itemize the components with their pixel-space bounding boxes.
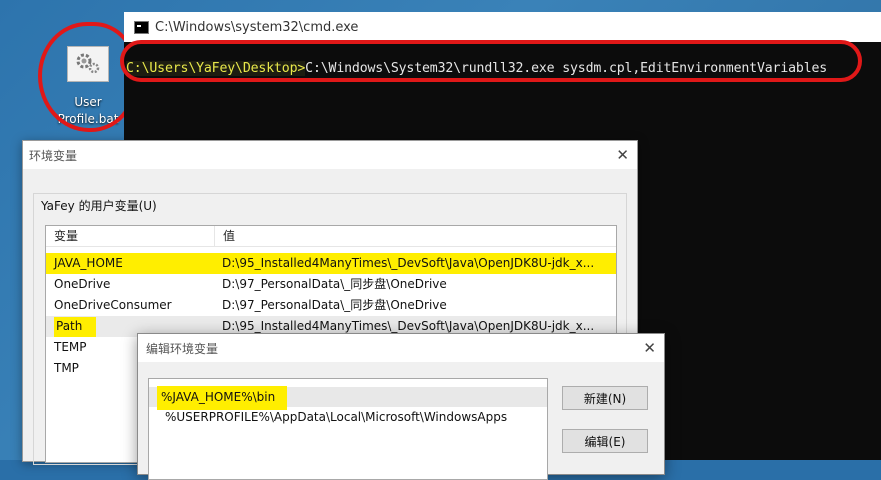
path-entries-list[interactable]: %JAVA_HOME%\bin %USERPROFILE%\AppData\Lo… (148, 378, 548, 480)
variable-name: OneDrive (54, 277, 111, 291)
console-icon (134, 20, 149, 34)
cmd-titlebar[interactable]: C:\Windows\system32\cmd.exe (124, 12, 881, 42)
path-highlight: Path (54, 317, 97, 337)
edit-environment-variable-dialog[interactable]: 编辑环境变量 ✕ %JAVA_HOME%\bin %USERPROFILE%\A… (137, 333, 665, 480)
env-dialog-title: 环境变量 (29, 148, 78, 163)
table-row[interactable]: OneDriveConsumer D:\97_PersonalData\_同步盘… (46, 295, 616, 316)
red-annotation-circle-icon (38, 22, 138, 132)
variable-value: D:\97_PersonalData\_同步盘\OneDrive (222, 277, 447, 291)
new-button[interactable]: 新建(N) (562, 386, 648, 410)
variable-value: D:\97_PersonalData\_同步盘\OneDrive (222, 298, 447, 312)
variable-name: OneDriveConsumer (54, 298, 172, 312)
list-header: 变量 值 (46, 226, 616, 247)
table-row[interactable]: JAVA_HOME D:\95_Installed4ManyTimes\_Dev… (46, 253, 616, 274)
list-item[interactable]: %USERPROFILE%\AppData\Local\Microsoft\Wi… (149, 407, 547, 427)
variable-value: D:\95_Installed4ManyTimes\_DevSoft\Java\… (222, 256, 595, 270)
edit-dialog-title: 编辑环境变量 (146, 341, 219, 356)
edit-button[interactable]: 编辑(E) (562, 429, 648, 453)
variable-name: JAVA_HOME (54, 256, 123, 270)
red-annotation-circle-command (120, 40, 862, 82)
close-icon[interactable]: ✕ (616, 146, 629, 164)
close-icon[interactable]: ✕ (643, 339, 656, 357)
env-dialog-titlebar[interactable]: 环境变量 ✕ (23, 141, 637, 169)
cmd-title: C:\Windows\system32\cmd.exe (155, 19, 359, 35)
column-header-value[interactable]: 值 (215, 226, 235, 246)
table-row[interactable]: OneDrive D:\97_PersonalData\_同步盘\OneDriv… (46, 274, 616, 295)
edit-dialog-titlebar[interactable]: 编辑环境变量 ✕ (138, 334, 664, 362)
column-header-variable[interactable]: 变量 (46, 226, 215, 246)
list-item[interactable]: %JAVA_HOME%\bin (149, 386, 547, 410)
user-variables-label: YaFey 的用户变量(U) (41, 199, 157, 213)
